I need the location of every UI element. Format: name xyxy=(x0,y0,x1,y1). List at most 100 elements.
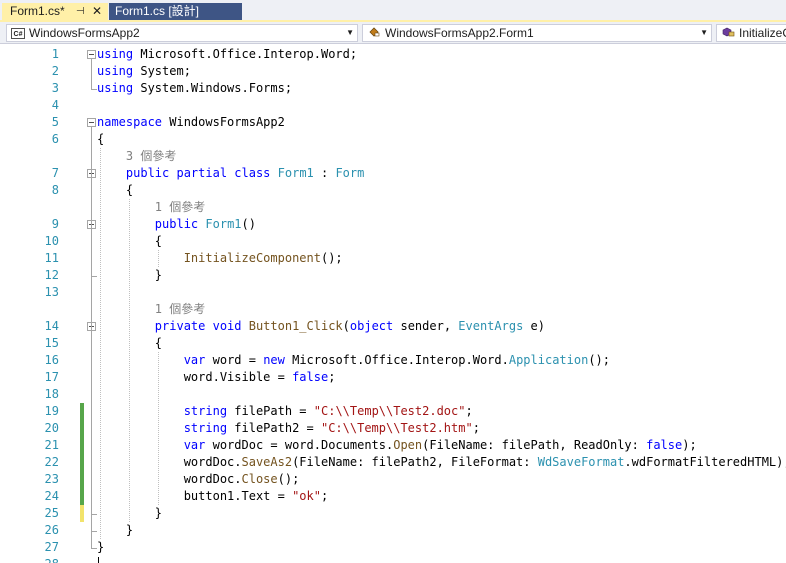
line-number: 26 xyxy=(44,523,59,537)
code-line[interactable]: 25 } xyxy=(0,505,786,522)
code-line[interactable]: 13 xyxy=(0,284,786,301)
code-line[interactable]: 17 word.Visible = false; xyxy=(0,369,786,386)
reference-count-lens: 1 個參考 xyxy=(97,302,206,316)
member-dropdown-value: InitializeComponent() xyxy=(739,26,786,40)
code-content: var wordDoc = word.Documents.Open(FileNa… xyxy=(97,437,697,454)
code-line[interactable]: 26 } xyxy=(0,522,786,539)
saved-change-marker xyxy=(80,454,84,471)
project-dropdown[interactable]: C# WindowsFormsApp2 ▼ xyxy=(6,24,358,42)
code-text: : xyxy=(313,166,336,180)
code-text: ); xyxy=(682,438,697,452)
code-content: using System; xyxy=(97,63,191,80)
code-text: System; xyxy=(133,64,191,78)
type-token: EventArgs xyxy=(458,319,524,333)
keyword-token: var xyxy=(183,438,206,452)
code-line[interactable]: 9 public Form1() xyxy=(0,216,786,233)
code-line[interactable]: 19 string filePath = "C:\\Temp\\Test2.do… xyxy=(0,403,786,420)
line-number: 22 xyxy=(44,455,59,469)
code-line[interactable]: 27} xyxy=(0,539,786,556)
code-line[interactable]: 4 xyxy=(0,97,786,114)
code-line[interactable]: 7 public partial class Form1 : Form xyxy=(0,165,786,182)
code-editor[interactable]: 1 using Microsoft.Office.Interop.Word; 2 us… xyxy=(0,44,786,563)
type-token: Form xyxy=(335,166,365,180)
saved-change-marker xyxy=(80,471,84,488)
code-text: (FileName: filePath, ReadOnly: xyxy=(422,438,647,452)
indent-guide xyxy=(129,199,130,522)
code-line[interactable]: 5 namespace WindowsFormsApp2 xyxy=(0,114,786,131)
code-line[interactable]: 11 InitializeComponent(); xyxy=(0,250,786,267)
code-line[interactable]: 2 using System; xyxy=(0,63,786,80)
method-token: Close xyxy=(241,472,278,486)
code-line[interactable]: 16 var word = new Microsoft.Office.Inter… xyxy=(0,352,786,369)
string-token: "C:\\Temp\\Test2.doc" xyxy=(313,404,466,418)
codelens-text[interactable]: 1 個參考 xyxy=(97,301,205,318)
member-dropdown[interactable]: InitializeComponent() xyxy=(716,24,786,42)
chevron-down-icon[interactable]: ▼ xyxy=(346,25,354,41)
line-number: 12 xyxy=(44,268,59,282)
code-line[interactable]: 14 private void Button1_Click(object sen… xyxy=(0,318,786,335)
code-line[interactable]: 6{ xyxy=(0,131,786,148)
code-line[interactable]: 28 xyxy=(0,556,786,563)
codelens-row[interactable]: 1 個參考 xyxy=(0,199,786,216)
code-content: private void Button1_Click(object sender… xyxy=(97,318,545,335)
code-line[interactable]: 20 string filePath2 = "C:\\Temp\\Test2.h… xyxy=(0,420,786,437)
code-text: filePath = xyxy=(227,404,314,418)
code-content: using System.Windows.Forms; xyxy=(97,80,292,97)
code-text: } xyxy=(97,540,105,554)
code-text: word.Visible = xyxy=(97,370,293,384)
code-text: (FileName: filePath2, FileFormat: xyxy=(292,455,538,469)
code-line[interactable]: 3 using System.Windows.Forms; xyxy=(0,80,786,97)
type-token: WdSaveFormat xyxy=(537,455,625,469)
reference-count-lens: 3 個參考 xyxy=(97,149,177,163)
saved-change-marker xyxy=(80,488,84,505)
close-icon[interactable]: ✕ xyxy=(92,3,102,20)
code-line[interactable]: 22 wordDoc.SaveAs2(FileName: filePath2, … xyxy=(0,454,786,471)
keyword-token: using xyxy=(97,47,134,61)
code-line[interactable]: 21 var wordDoc = word.Documents.Open(Fil… xyxy=(0,437,786,454)
class-dropdown[interactable]: WindowsFormsApp2.Form1 ▼ xyxy=(362,24,712,42)
codelens-row[interactable]: 1 個參考 xyxy=(0,301,786,318)
tab-form1-cs[interactable]: Form1.cs* ⊣ ✕ xyxy=(2,3,108,20)
code-line[interactable]: 24 button1.Text = "ok"; xyxy=(0,488,786,505)
line-number: 13 xyxy=(44,285,59,299)
unsaved-change-marker xyxy=(80,505,84,522)
keyword-token: namespace xyxy=(97,115,163,129)
line-number: 18 xyxy=(44,387,59,401)
outline-end-tick xyxy=(91,514,97,515)
codelens-row[interactable]: 3 個參考 xyxy=(0,148,786,165)
document-tab-bar: Form1.cs* ⊣ ✕ Form1.cs [設計] xyxy=(0,0,786,22)
codelens-text[interactable]: 3 個參考 xyxy=(97,148,176,165)
code-line[interactable]: 15 { xyxy=(0,335,786,352)
code-text: ; xyxy=(472,421,480,435)
chevron-down-icon[interactable]: ▼ xyxy=(700,25,708,41)
line-number: 28 xyxy=(19,556,59,563)
code-line[interactable]: 23 wordDoc.Close(); xyxy=(0,471,786,488)
keyword-token: private void xyxy=(154,319,242,333)
line-number: 3 xyxy=(51,81,59,95)
codelens-text[interactable]: 1 個參考 xyxy=(97,199,205,216)
code-text: (); xyxy=(320,251,343,265)
collapse-minus-icon[interactable] xyxy=(87,50,96,59)
code-content: namespace WindowsFormsApp2 xyxy=(97,114,285,131)
pin-icon[interactable]: ⊣ xyxy=(76,3,85,20)
code-text: .wdFormatFilteredHTML); xyxy=(624,455,786,469)
keyword-token: public xyxy=(154,217,199,231)
keyword-token: using xyxy=(97,81,134,95)
code-line[interactable]: 1 using Microsoft.Office.Interop.Word; xyxy=(0,46,786,63)
code-text: Microsoft.Office.Interop.Word. xyxy=(284,353,509,367)
code-text: sender, xyxy=(393,319,459,333)
code-line[interactable]: 18 xyxy=(0,386,786,403)
code-line[interactable]: 8 { xyxy=(0,182,786,199)
line-number: 23 xyxy=(44,472,59,486)
outline-using xyxy=(91,59,92,89)
tab-form1-designer[interactable]: Form1.cs [設計] xyxy=(109,3,242,20)
collapse-minus-icon[interactable] xyxy=(87,118,96,127)
code-line[interactable]: 12 } xyxy=(0,267,786,284)
keyword-token: string xyxy=(183,404,228,418)
code-line[interactable]: 10 { xyxy=(0,233,786,250)
